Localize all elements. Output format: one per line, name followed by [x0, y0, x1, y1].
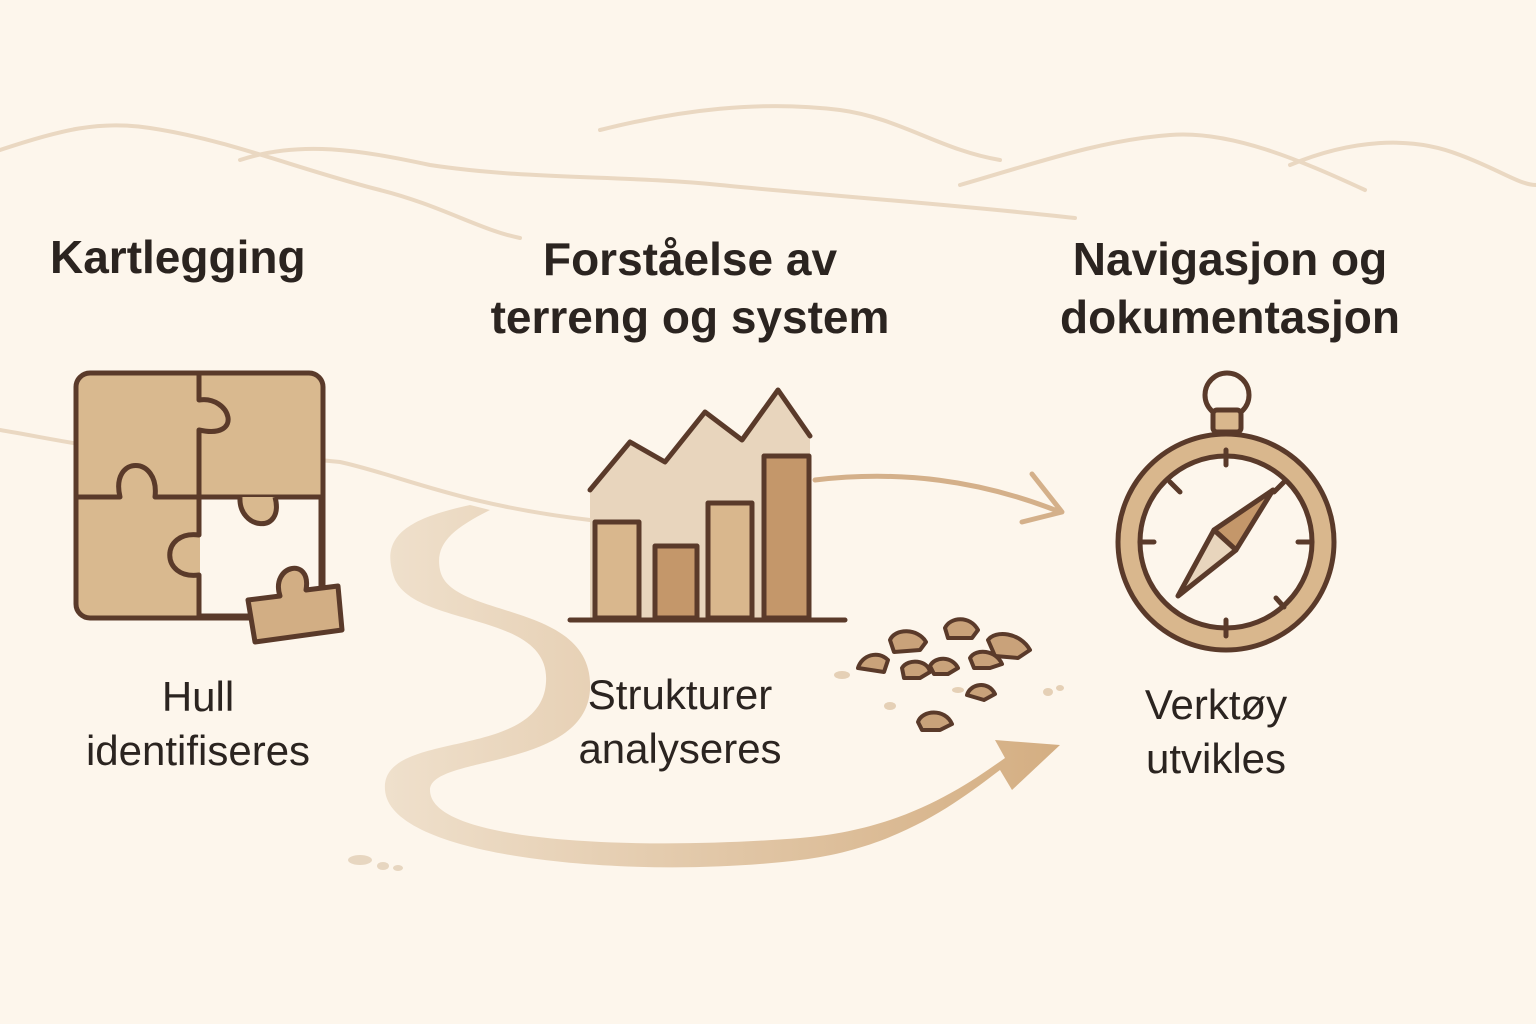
- step-3-heading-line-2: dokumentasjon: [1060, 291, 1400, 343]
- pebbles: [834, 671, 1064, 710]
- step-2-caption-line-2: analyseres: [578, 725, 782, 772]
- stones: [856, 617, 1032, 732]
- step-1-heading: Kartlegging: [30, 228, 360, 286]
- step-2-heading-line-1: Forståelse av: [542, 233, 838, 285]
- bar-chart-icon: [567, 387, 848, 623]
- compass-icon: [1115, 370, 1337, 653]
- step-3-caption-line-1: Verktøy: [1144, 681, 1288, 728]
- step-2-heading: Forståelse av terreng og system: [440, 230, 940, 346]
- step-1-caption-line-2: identifiseres: [85, 727, 311, 774]
- step-3-caption: Verktøy utvikles: [1066, 678, 1366, 786]
- step-2-heading-line-2: terreng og system: [490, 291, 890, 343]
- step-2-caption: Strukturer analyseres: [530, 668, 830, 776]
- puzzle-icon: [73, 370, 345, 645]
- step-1-caption-line-1: Hull: [161, 673, 235, 720]
- step-3-heading-line-1: Navigasjon og: [1072, 233, 1388, 285]
- arrow-to-compass: [812, 471, 1065, 525]
- step-2-caption-line-1: Strukturer: [587, 671, 773, 718]
- step-3-heading: Navigasjon og dokumentasjon: [1000, 230, 1460, 346]
- step-1-caption: Hull identifiseres: [48, 670, 348, 778]
- step-1-heading-line-1: Kartlegging: [50, 231, 306, 283]
- step-3-caption-line-2: utvikles: [1145, 735, 1287, 782]
- scene-illustration: [0, 104, 1536, 871]
